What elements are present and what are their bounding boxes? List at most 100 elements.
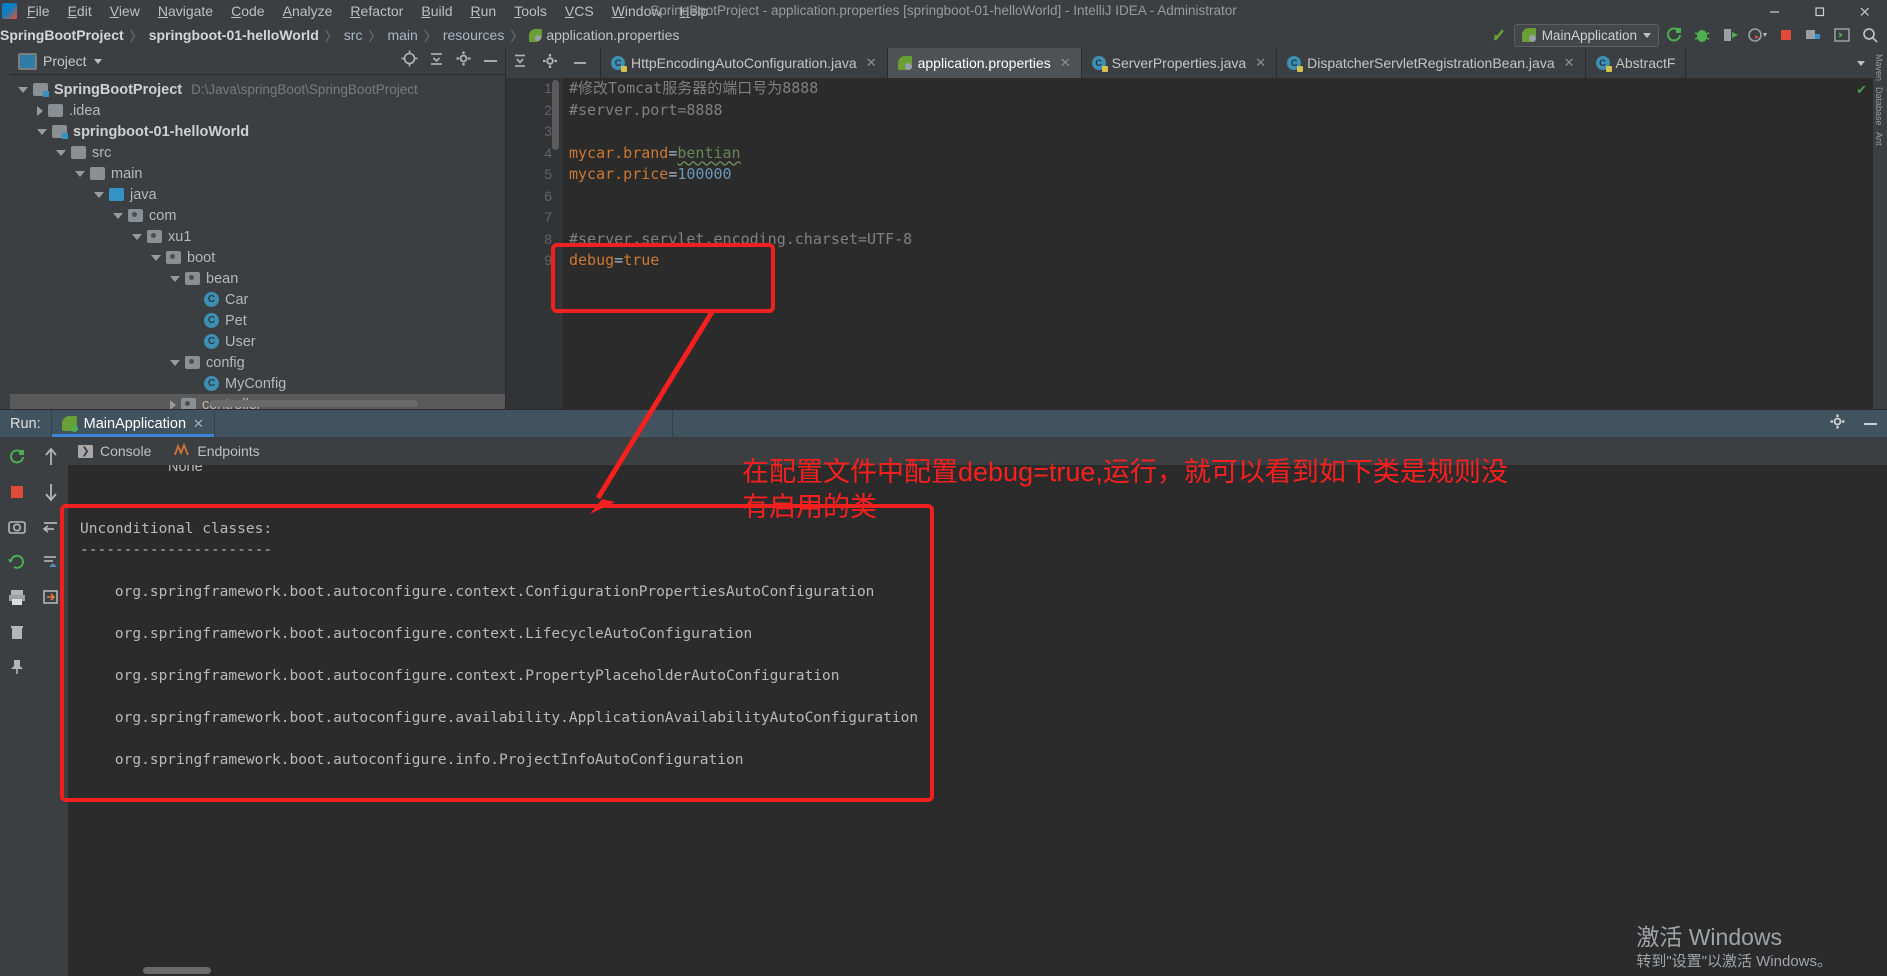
run-icon[interactable]: [1661, 23, 1687, 47]
project-tree[interactable]: SpringBootProject D:\Java\springBoot\Spri…: [10, 75, 505, 409]
editor-tab-httpencodingautoconfiguration-java[interactable]: C HttpEncodingAutoConfiguration.java ✕: [601, 48, 888, 78]
menu-item-code[interactable]: Code: [222, 0, 273, 22]
editor-vscrollbar[interactable]: [552, 80, 559, 150]
chevron-down-icon[interactable]: [18, 86, 28, 93]
gear-icon[interactable]: [455, 50, 472, 72]
tree-node-pet[interactable]: C Pet: [10, 310, 505, 331]
screenshot-icon[interactable]: [4, 515, 30, 539]
tool-tab-ant[interactable]: Ant: [1874, 132, 1884, 146]
code-line-5[interactable]: mycar.price=100000: [566, 164, 1873, 186]
tree-node-config[interactable]: config: [10, 352, 505, 373]
tree-node-java[interactable]: java: [10, 184, 505, 205]
locate-icon[interactable]: [401, 50, 418, 72]
chevron-down-icon[interactable]: [37, 128, 47, 135]
editor-tab-dispatcherservletregistrationbean-java[interactable]: C DispatcherServletRegistrationBean.java ✕: [1277, 48, 1586, 78]
search-everywhere-icon[interactable]: [1857, 23, 1883, 47]
maximize-button[interactable]: [1797, 0, 1842, 22]
menu-item-run[interactable]: Run: [461, 0, 505, 22]
tree-node-springbootproject[interactable]: SpringBootProject D:\Java\springBoot\Spri…: [10, 79, 505, 100]
tree-node--idea[interactable]: .idea: [10, 100, 505, 121]
restart-icon[interactable]: [4, 550, 30, 574]
chevron-right-icon[interactable]: [170, 399, 176, 409]
editor-tab-abstractf[interactable]: C AbstractF: [1586, 48, 1687, 78]
menu-item-view[interactable]: View: [101, 0, 149, 22]
project-panel-tools[interactable]: [401, 48, 499, 74]
editor-tab-serverproperties-java[interactable]: C ServerProperties.java ✕: [1082, 48, 1278, 78]
hide-icon[interactable]: [482, 52, 499, 70]
editor-tab-tools[interactable]: [506, 48, 601, 78]
tree-node-xu1[interactable]: xu1: [10, 226, 505, 247]
run-sidebar-right-column[interactable]: [34, 439, 67, 609]
menu-item-vcs[interactable]: VCS: [556, 0, 603, 22]
run-sidebar-left-column[interactable]: [0, 439, 33, 679]
scroll-down-icon[interactable]: [38, 480, 64, 504]
code-line-7[interactable]: [566, 207, 1873, 229]
close-button[interactable]: [1842, 0, 1887, 22]
menu-bar[interactable]: File Edit View Navigate Code Analyze Refactor B…: [18, 0, 717, 22]
menu-item-file[interactable]: File: [18, 0, 59, 22]
chevron-down-icon[interactable]: [93, 58, 102, 64]
trash-icon[interactable]: [4, 620, 30, 644]
tree-node-src[interactable]: src: [10, 142, 505, 163]
expand-collapse-icon[interactable]: [512, 53, 528, 74]
project-structure-icon[interactable]: [1801, 23, 1827, 47]
tool-tab-database[interactable]: Database: [1874, 87, 1884, 126]
profiler-icon[interactable]: [1745, 23, 1771, 47]
code-content[interactable]: #修改Tomcat服务器的端口号为8888 #server.port=8888 m…: [566, 78, 1873, 409]
collapse-all-icon[interactable]: [428, 50, 445, 72]
stop-icon[interactable]: [1773, 23, 1799, 47]
run-with-coverage-icon[interactable]: [1717, 23, 1743, 47]
code-line-6[interactable]: [566, 186, 1873, 208]
print-icon[interactable]: [4, 585, 30, 609]
console-output[interactable]: None Unconditional classes: -------------…: [68, 465, 1887, 976]
run-configuration-selector[interactable]: MainApplication: [1513, 23, 1659, 47]
console-hscrollbar[interactable]: [143, 967, 211, 974]
tree-node-bean[interactable]: bean: [10, 268, 505, 289]
chevron-down-icon[interactable]: [1643, 32, 1651, 38]
hide-icon[interactable]: [1862, 415, 1879, 433]
chevron-down-icon[interactable]: [94, 191, 104, 198]
breadcrumb-item-file[interactable]: application.properties: [529, 27, 679, 43]
rerun-icon[interactable]: [4, 445, 30, 469]
close-icon[interactable]: ✕: [1255, 55, 1266, 71]
code-line-4[interactable]: mycar.brand=bentian: [566, 143, 1873, 165]
close-icon[interactable]: ✕: [1564, 55, 1575, 71]
gear-icon[interactable]: [542, 53, 558, 74]
tool-tab-maven[interactable]: Maven: [1874, 54, 1884, 81]
close-icon[interactable]: ✕: [866, 55, 877, 71]
code-line-8[interactable]: #server.servlet.encoding.charset=UTF-8: [566, 229, 1873, 251]
close-icon[interactable]: ✕: [193, 416, 204, 432]
run-window-sidebar[interactable]: [0, 437, 69, 976]
scroll-up-icon[interactable]: [38, 445, 64, 469]
run-tab-mainapplication[interactable]: MainApplication ✕: [50, 410, 215, 437]
build-icon[interactable]: [1486, 23, 1512, 47]
editor-tab-application-properties[interactable]: application.properties ✕: [887, 48, 1082, 78]
hide-icon[interactable]: [572, 54, 588, 72]
chevron-down-icon[interactable]: [132, 233, 142, 240]
close-icon[interactable]: ✕: [1060, 55, 1071, 71]
menu-item-tools[interactable]: Tools: [505, 0, 556, 22]
tree-node-user[interactable]: C User: [10, 331, 505, 352]
tree-node-springboot-01-helloworld[interactable]: springboot-01-helloWorld: [10, 121, 505, 142]
chevron-down-icon[interactable]: [113, 212, 123, 219]
chevron-down-icon[interactable]: [75, 170, 85, 177]
chevron-down-icon[interactable]: [56, 149, 66, 156]
window-controls[interactable]: [1752, 0, 1887, 22]
menu-item-window[interactable]: Window: [603, 0, 671, 22]
main-toolbar[interactable]: MainApplication: [1486, 22, 1887, 48]
code-line-2[interactable]: #server.port=8888: [566, 100, 1873, 122]
export-icon[interactable]: [38, 585, 64, 609]
editor-gutter[interactable]: 123456789: [506, 78, 561, 409]
scroll-to-end-icon[interactable]: [38, 550, 64, 574]
right-tool-strip[interactable]: Maven Database Ant: [1872, 48, 1887, 409]
editor-tabs-overflow-button[interactable]: [1849, 48, 1873, 78]
code-line-1[interactable]: #修改Tomcat服务器的端口号为8888: [566, 78, 1873, 100]
chevron-down-icon[interactable]: [170, 359, 180, 366]
chevron-right-icon[interactable]: [37, 105, 43, 116]
run-tab-console[interactable]: ❯ Console: [78, 443, 151, 459]
menu-item-navigate[interactable]: Navigate: [149, 0, 222, 22]
code-line-3[interactable]: [566, 121, 1873, 143]
menu-item-analyze[interactable]: Analyze: [274, 0, 342, 22]
menu-item-build[interactable]: Build: [412, 0, 461, 22]
soft-wrap-icon[interactable]: [38, 515, 64, 539]
